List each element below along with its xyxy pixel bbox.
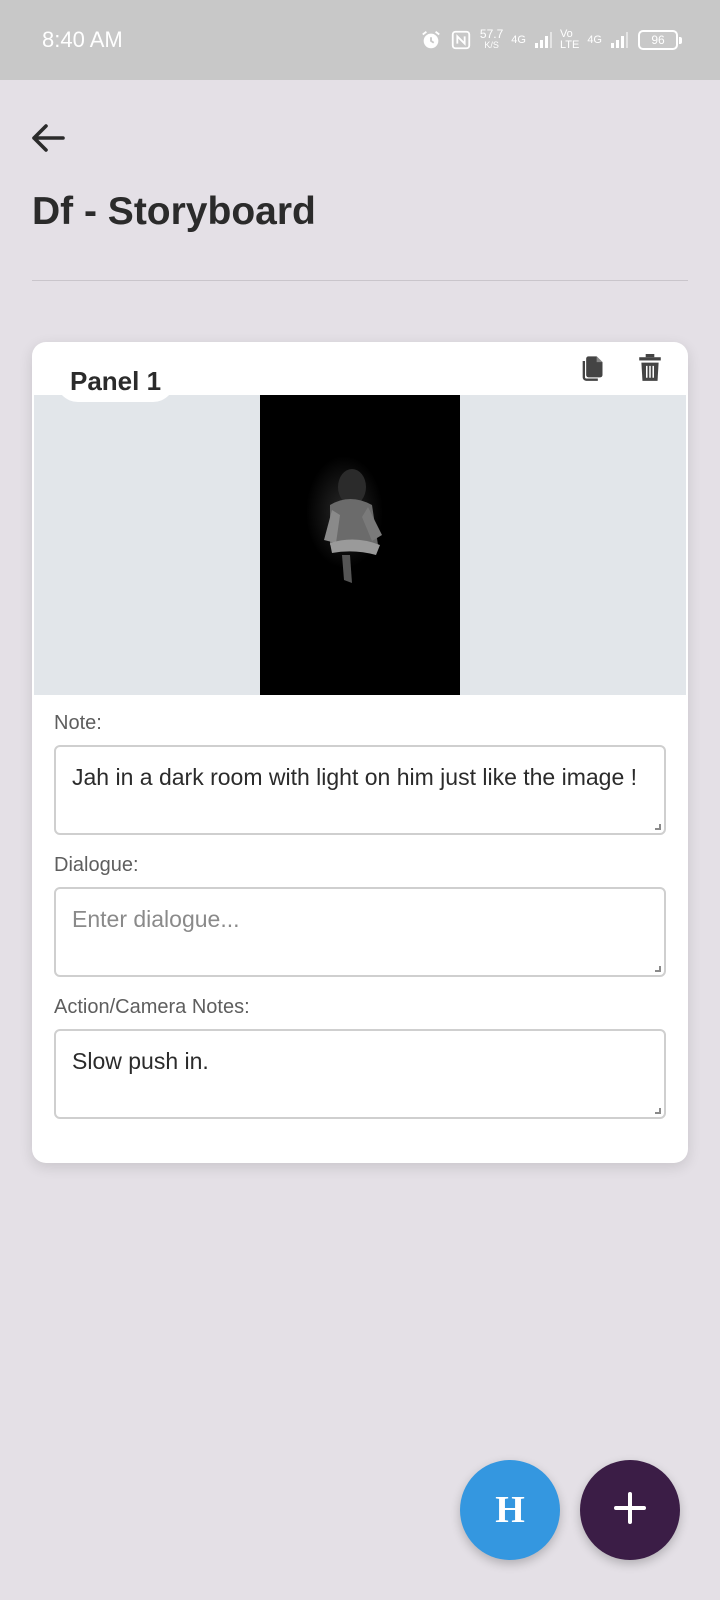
signal-bars-2-icon (610, 31, 628, 49)
signal-2: 4G (587, 33, 602, 46)
arrow-left-icon (31, 123, 65, 158)
panel-actions (576, 353, 666, 387)
nfc-icon (450, 29, 472, 51)
trash-icon (637, 353, 663, 387)
status-icons: 57.7 K/S 4G Vo LTE 4G 96 (420, 27, 682, 51)
panel-label: Panel 1 (56, 360, 176, 402)
action-notes-field[interactable]: Slow push in. (54, 1029, 666, 1119)
action-notes-label: Action/Camera Notes: (54, 996, 250, 1018)
resize-handle[interactable] (655, 824, 661, 830)
copy-panel-button[interactable] (576, 354, 608, 386)
alarm-icon (420, 29, 442, 51)
status-bar: 8:40 AM 57.7 K/S 4G Vo LTE 4G 96 (0, 0, 720, 80)
delete-panel-button[interactable] (634, 353, 666, 387)
signal-1: 4G (511, 33, 526, 46)
dialogue-field[interactable]: Enter dialogue... (54, 887, 666, 977)
signal-bars-icon (534, 31, 552, 49)
net-speed: 57.7 K/S (479, 27, 504, 51)
note-text: Jah in a dark room with light on him jus… (72, 764, 638, 790)
header-divider (32, 280, 688, 281)
resize-handle[interactable] (655, 966, 661, 972)
net-speed-unit: K/S (484, 40, 499, 50)
add-panel-fab-button[interactable] (580, 1460, 680, 1560)
volte-bottom: LTE (559, 39, 580, 51)
status-time: 8:40 AM (42, 27, 123, 52)
back-button[interactable] (26, 118, 70, 162)
battery-indicator: 96 (638, 30, 682, 50)
page-title: Df - Storyboard (32, 190, 316, 233)
signal-2-label: 4G (587, 33, 602, 46)
resize-handle[interactable] (655, 1108, 661, 1114)
dialogue-label: Dialogue: (54, 854, 139, 876)
copy-icon (578, 354, 606, 387)
panel-image-area[interactable] (34, 395, 686, 695)
note-field[interactable]: Jah in a dark room with light on him jus… (54, 745, 666, 835)
panel-card: Panel 1 Note: Jah in a dark room with li… (32, 342, 688, 1163)
signal-1-label: 4G (511, 33, 526, 46)
note-label: Note: (54, 712, 102, 734)
h-fab-button[interactable]: H (460, 1460, 560, 1560)
dialogue-placeholder: Enter dialogue... (72, 906, 240, 932)
volte-indicator: Vo LTE (560, 29, 579, 51)
panel-photo (260, 395, 460, 695)
net-speed-value: 57.7 (479, 27, 504, 41)
action-notes-text: Slow push in. (72, 1048, 209, 1074)
plus-icon (613, 1491, 647, 1530)
